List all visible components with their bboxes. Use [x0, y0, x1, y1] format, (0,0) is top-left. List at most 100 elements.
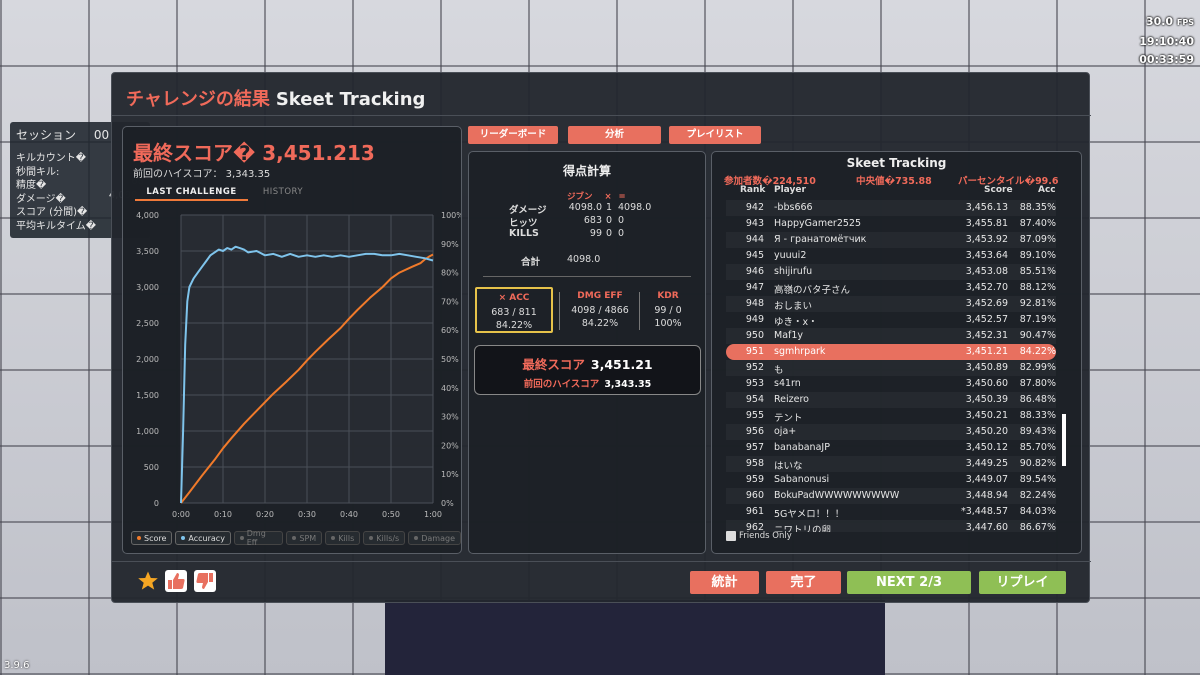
rank: 955: [745, 410, 764, 421]
legend-dot-icon: [181, 536, 186, 540]
player-name: -bbs666: [774, 202, 813, 213]
analysis-button[interactable]: 分析: [568, 126, 661, 144]
player-name: はいな: [774, 461, 803, 472]
leaderboard-list[interactable]: 942 -bbs666 3,456.13 88.35% 943 HappyGamer252…: [726, 200, 1056, 532]
box-divider: [559, 292, 560, 330]
thumbs-up-icon[interactable]: [165, 570, 187, 592]
legend-toggle-damage[interactable]: Damage: [408, 531, 461, 545]
score: 3,447.60: [965, 522, 1008, 532]
score: 3,453.64: [965, 250, 1008, 261]
dmg-eff-box: DMG EFF 4098 / 4866 84.22%: [571, 291, 629, 329]
tab-last-challenge[interactable]: LAST CHALLENGE: [135, 183, 248, 201]
rank: 945: [745, 250, 764, 261]
player-name: も: [774, 365, 784, 376]
friends-only-toggle[interactable]: Friends Only: [726, 531, 792, 541]
leaderboard-row[interactable]: 943 HappyGamer2525 3,455.81 87.40%: [726, 216, 1056, 232]
leaderboard-row[interactable]: 949 ゆき・x・ 3,452.57 87.19%: [726, 312, 1056, 328]
score: 3,450.21: [965, 410, 1008, 421]
leaderboard-row-self[interactable]: 951 sgmhrpark 3,451.21 84.22%: [726, 344, 1056, 360]
accuracy: 86.48%: [1019, 394, 1056, 405]
legend-toggle-spm[interactable]: SPM: [286, 531, 323, 545]
score: 3,450.12: [965, 442, 1008, 453]
accuracy: 90.47%: [1019, 330, 1056, 341]
y-left-tick-label: 3,000: [136, 283, 159, 292]
leaderboard-row[interactable]: 954 Reizero 3,450.39 86.48%: [726, 392, 1056, 408]
leaderboard-row[interactable]: 955 テント 3,450.21 88.33%: [726, 408, 1056, 424]
playlist-button[interactable]: プレイリスト: [669, 126, 761, 144]
y-left-tick-label: 0: [154, 499, 159, 508]
calc-row: ダメージ 4098.0 1 4098.0: [509, 202, 652, 216]
fps-counter: 30.0 FPS: [1145, 15, 1194, 28]
accuracy: 89.54%: [1019, 474, 1056, 485]
y-right-tick-label: 0%: [441, 499, 454, 508]
leaderboard-button[interactable]: リーダーボード: [468, 126, 558, 144]
next-button[interactable]: NEXT 2/3: [847, 571, 971, 594]
player-name: HappyGamer2525: [774, 218, 862, 229]
leaderboard-row[interactable]: 947 高嶺のバタ子さん 3,452.70 88.12%: [726, 280, 1056, 296]
done-button[interactable]: 完了: [766, 571, 841, 594]
player-name: Reizero: [774, 394, 809, 405]
accuracy: 88.12%: [1019, 282, 1056, 293]
leaderboard-row[interactable]: 942 -bbs666 3,456.13 88.35%: [726, 200, 1056, 216]
leaderboard-row[interactable]: 961 5Gヤメロ！！！ *3,448.57 84.03%: [726, 504, 1056, 520]
accuracy: 87.09%: [1019, 234, 1056, 245]
player-name: 高嶺のバタ子さん: [774, 285, 851, 296]
x-tick-label: 0:30: [298, 510, 316, 519]
leaderboard-row[interactable]: 958 はいな 3,449.25 90.82%: [726, 456, 1056, 472]
leaderboard-scrollbar[interactable]: [1062, 414, 1066, 466]
leaderboard-row[interactable]: 960 BokuPadWWWWWWWWW 3,448.94 82.24%: [726, 488, 1056, 504]
leaderboard-row[interactable]: 952 も 3,450.89 82.99%: [726, 360, 1056, 376]
score: 3,448.94: [965, 490, 1008, 501]
session-timer: 00:33:59: [1139, 53, 1194, 66]
rank: 956: [745, 426, 764, 437]
score: 3,450.89: [965, 362, 1008, 373]
tab-history[interactable]: HISTORY: [253, 183, 313, 201]
accuracy: 82.99%: [1019, 362, 1056, 373]
y-left-tick-label: 4,000: [136, 211, 159, 220]
rank: 944: [745, 234, 764, 245]
rank: 960: [745, 490, 764, 501]
final-score-box: 最終スコア 3,451.21 前回のハイスコア 3,343.35: [474, 345, 701, 395]
leaderboard-row[interactable]: 945 yuuui2 3,453.64 89.10%: [726, 248, 1056, 264]
accuracy: 87.19%: [1019, 314, 1056, 325]
leaderboard-row[interactable]: 948 おしまい 3,452.69 92.81%: [726, 296, 1056, 312]
y-left-tick-label: 2,500: [136, 319, 159, 328]
legend-toggle-dmg-eff[interactable]: Dmg Eff: [233, 529, 284, 547]
leaderboard-row[interactable]: 956 oja+ 3,450.20 89.43%: [726, 424, 1056, 440]
legend-toggle-score[interactable]: Score: [131, 531, 173, 545]
y-left-tick-label: 500: [144, 463, 159, 472]
leaderboard-row[interactable]: 957 banabanaJP 3,450.12 85.70%: [726, 440, 1056, 456]
leaderboard-row[interactable]: 946 shijirufu 3,453.08 85.51%: [726, 264, 1056, 280]
stats-button[interactable]: 統計: [690, 571, 759, 594]
session-stat-label: 平均キルタイム�: [16, 220, 97, 232]
thumbs-down-icon[interactable]: [194, 570, 216, 592]
score: 3,450.39: [965, 394, 1008, 405]
col-score: Score: [984, 185, 1013, 195]
x-tick-label: 0:10: [214, 510, 232, 519]
replay-button[interactable]: リプレイ: [979, 571, 1066, 594]
leaderboard-row[interactable]: 950 Maf1y 3,452.31 90.47%: [726, 328, 1056, 344]
star-icon[interactable]: [137, 570, 159, 592]
score-accuracy-chart: 0 500 1,000 1,500 2,000 2,500 3,000 3,500 4,000 0…: [136, 211, 461, 519]
floor-shadow: [385, 600, 885, 675]
rank: 948: [745, 298, 764, 309]
legend-toggle-kills[interactable]: Kills: [325, 531, 361, 545]
legend-dot-icon: [137, 536, 141, 540]
legend-toggle-kills-s[interactable]: Kills/s: [363, 531, 406, 545]
player-name: BokuPadWWWWWWWWW: [774, 490, 900, 501]
player-name: banabanaJP: [774, 442, 830, 453]
player-name: Sabanonusi: [774, 474, 830, 485]
session-stat-label: スコア (分間)�: [16, 207, 88, 218]
leaderboard-row[interactable]: 944 Я - гранатомётчик 3,453.92 87.09%: [726, 232, 1056, 248]
checkbox-icon[interactable]: [726, 531, 736, 541]
score: 3,449.07: [965, 474, 1008, 485]
leaderboard-row[interactable]: 953 s41rn 3,450.60 87.80%: [726, 376, 1056, 392]
legend-toggle-accuracy[interactable]: Accuracy: [175, 531, 231, 545]
legend-dot-icon: [292, 536, 297, 540]
accuracy: 88.33%: [1019, 410, 1056, 421]
player-name: ゆき・x・: [774, 317, 818, 328]
leaderboard-row[interactable]: 959 Sabanonusi 3,449.07 89.54%: [726, 472, 1056, 488]
rank: 946: [745, 266, 764, 277]
y-right-tick-label: 60%: [441, 326, 459, 335]
x-tick-label: 0:40: [340, 510, 358, 519]
